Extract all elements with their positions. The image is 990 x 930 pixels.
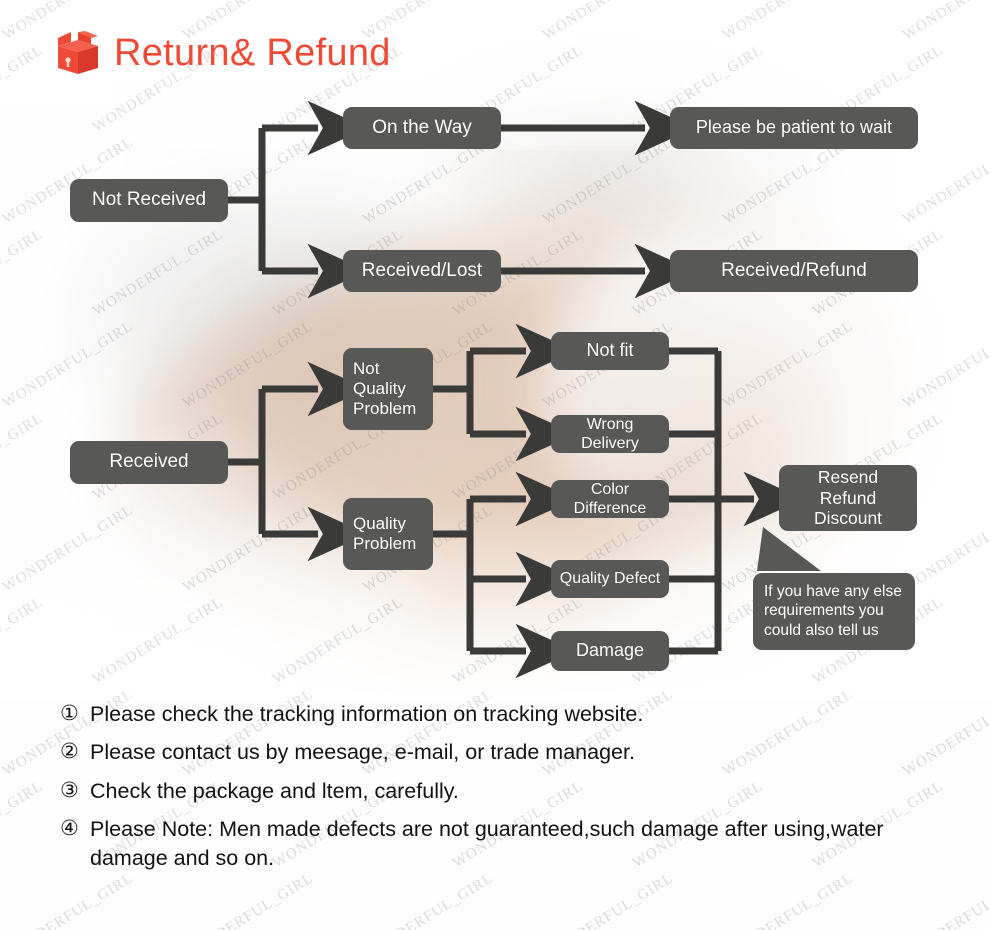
flow-node-label: Not fit (586, 340, 634, 361)
flow-node-not-quality-problem: Not Quality Problem (343, 348, 433, 430)
flow-node-label: Received/Lost (361, 259, 483, 281)
flow-node-damage: Damage (551, 631, 669, 671)
callout-extra-requirements-callout: If you have any else requirements you co… (753, 573, 915, 651)
note-number: ③ (60, 778, 79, 802)
flow-node-not-received: Not Received (70, 179, 228, 222)
note-text: Check the package and ltem, carefully. (90, 778, 459, 803)
flow-node-received: Received (70, 441, 228, 484)
flow-node-label: Wrong Delivery (581, 415, 639, 452)
page-header: Return& Refund (56, 30, 391, 76)
flow-node-not-fit: Not fit (551, 332, 669, 370)
flow-node-label: Resend Refund Discount (813, 467, 883, 529)
flow-node-received-refund: Received/Refund (670, 250, 918, 292)
note-text: Please check the tracking information on… (90, 702, 644, 726)
flow-node-label: Received (109, 451, 189, 473)
note-item: ④ Please Note: Men made defects are not g… (60, 815, 960, 872)
flow-node-label: Not Received (91, 189, 207, 211)
flow-node-label: Color Difference (573, 480, 647, 517)
return-refund-infographic: WONDERFUL_GIRL WONDERFUL_GIRL WONDERFUL_GI… (0, 0, 990, 930)
flow-node-please-be-patient: Please be patient to wait (670, 107, 918, 149)
flow-node-label: Not Quality Problem (353, 358, 417, 419)
note-number: ④ (60, 817, 79, 841)
note-item: ② Please contact us by meesage, e-mail, o… (60, 738, 960, 766)
flow-node-label: Quality Defect (559, 570, 661, 588)
note-number: ② (60, 740, 79, 764)
notes-list: ① Please check the tracking information o… (60, 700, 960, 882)
flow-node-quality-problem: Quality Problem (343, 498, 433, 570)
page-title: Return& Refund (114, 32, 391, 74)
flow-node-resend-refund-discount: Resend Refund Discount (779, 465, 917, 531)
flow-node-label: On the Way (372, 116, 472, 138)
flow-node-quality-defect: Quality Defect (551, 560, 669, 598)
flow-node-label: Received/Refund (721, 259, 867, 281)
note-item: ① Please check the tracking information o… (60, 700, 960, 728)
flow-node-wrong-delivery: Wrong Delivery (551, 415, 669, 453)
watermark-text: WONDERFUL_GIRL (0, 778, 47, 872)
flow-node-on-the-way: On the Way (343, 107, 501, 149)
note-item: ③ Check the package and ltem, carefully. (60, 777, 960, 805)
note-text: Please Note: Men made defects are not gu… (90, 817, 884, 870)
note-text: Please contact us by meesage, e-mail, or… (90, 740, 635, 765)
package-box-icon (56, 30, 100, 76)
note-number: ① (60, 702, 79, 725)
flow-node-received-lost: Received/Lost (343, 250, 501, 292)
flow-node-label: Quality Problem (353, 513, 417, 553)
flow-node-label: Please be patient to wait (695, 117, 893, 138)
flow-node-color-difference: Color Difference (551, 480, 669, 518)
flow-node-label: Damage (575, 640, 645, 661)
callout-tail-icon (755, 527, 825, 577)
